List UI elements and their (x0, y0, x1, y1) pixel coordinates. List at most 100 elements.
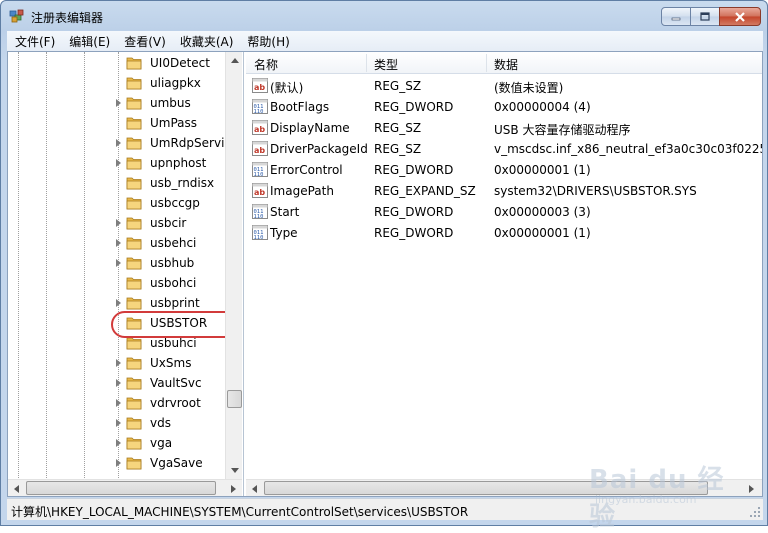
column-header-name[interactable]: 名称 (254, 56, 278, 73)
value-type: REG_DWORD (374, 226, 454, 240)
minimize-button[interactable] (661, 7, 691, 26)
binary-value-icon: 011110 (252, 99, 268, 114)
tree-horizontal-scrollbar[interactable] (8, 479, 242, 496)
tree-item[interactable]: uliagpkx (8, 73, 226, 93)
svg-text:110: 110 (254, 172, 264, 177)
tree-item[interactable]: UI0Detect (8, 53, 226, 73)
tree-item[interactable]: umbus (8, 93, 226, 113)
tree-item[interactable]: usbohci (8, 273, 226, 293)
column-header-type[interactable]: 类型 (374, 56, 398, 73)
column-header-data[interactable]: 数据 (494, 56, 518, 73)
value-row[interactable]: 011 110 Type REG_DWORD 0x00000001 (1) (246, 222, 762, 243)
scroll-right-button[interactable] (743, 480, 760, 496)
key-tree-pane[interactable]: UI0Detect uliagpkx umbus UmPass UmRdpService… (8, 52, 244, 496)
tree-item[interactable]: usbhub (8, 253, 226, 273)
scroll-left-button[interactable] (8, 480, 25, 496)
value-row[interactable]: ab DriverPackageId REG_SZ v_mscdsc.inf_x86_… (246, 138, 762, 159)
column-divider[interactable] (486, 54, 487, 72)
value-row[interactable]: 011 110 BootFlags REG_DWORD 0x00000004 (4) (246, 96, 762, 117)
tree-vertical-scrollbar[interactable] (225, 52, 242, 479)
tree-item[interactable]: UxSms (8, 353, 226, 373)
scroll-left-button[interactable] (246, 480, 263, 496)
svg-text:110: 110 (254, 109, 264, 114)
arrow-left-icon (252, 484, 257, 493)
expand-arrow-icon[interactable] (116, 219, 121, 227)
tree-item[interactable]: usbehci (8, 233, 226, 253)
value-row[interactable]: ab DisplayName REG_SZ USB 大容量存储驱动程序 (246, 117, 762, 138)
tree-item[interactable]: vga (8, 433, 226, 453)
list-horizontal-scrollbar[interactable] (246, 479, 762, 496)
value-data: system32\DRIVERS\USBSTOR.SYS (494, 184, 697, 198)
tree-item-label: usbprint (150, 296, 200, 310)
tree-item[interactable]: upnphost (8, 153, 226, 173)
menu-favorites[interactable]: 收藏夹(A) (172, 33, 240, 50)
string-value-icon: ab (252, 183, 268, 198)
scroll-right-button[interactable] (225, 480, 242, 496)
tree-item-label: UmPass (150, 116, 198, 130)
tree-item-label: vga (150, 436, 173, 450)
tree-item-label: UI0Detect (150, 56, 210, 70)
arrow-left-icon (14, 484, 19, 493)
arrow-up-icon (230, 58, 239, 63)
arrow-right-icon (749, 484, 754, 493)
tree-item[interactable]: VgaSave (8, 453, 226, 473)
menu-help[interactable]: 帮助(H) (239, 33, 295, 50)
menu-view[interactable]: 查看(V) (116, 33, 172, 50)
tree-item[interactable]: usbcir (8, 213, 226, 233)
list-header: 名称 类型 数据 (246, 52, 762, 74)
expand-arrow-icon[interactable] (116, 159, 121, 167)
menu-edit[interactable]: 编辑(E) (61, 33, 116, 50)
tree-item-label: vdrvroot (150, 396, 201, 410)
scroll-up-button[interactable] (226, 52, 243, 69)
tree-item-label: uliagpkx (150, 76, 201, 90)
scroll-down-button[interactable] (226, 462, 243, 479)
value-row[interactable]: ab ImagePath REG_EXPAND_SZ system32\DRIVERS… (246, 180, 762, 201)
folder-icon (126, 157, 142, 170)
close-button[interactable] (719, 7, 761, 26)
tree-item[interactable]: vdrvroot (8, 393, 226, 413)
folder-icon (126, 277, 142, 290)
menu-file[interactable]: 文件(F) (7, 33, 61, 50)
column-divider[interactable] (366, 54, 367, 72)
maximize-icon (700, 12, 710, 21)
binary-value-icon: 011110 (252, 225, 268, 240)
expand-arrow-icon[interactable] (116, 419, 121, 427)
value-row[interactable]: 011 110 ErrorControl REG_DWORD 0x00000001 (1… (246, 159, 762, 180)
expand-arrow-icon[interactable] (116, 99, 121, 107)
expand-arrow-icon[interactable] (116, 239, 121, 247)
caption-buttons (661, 7, 761, 27)
tree-item[interactable]: UmPass (8, 113, 226, 133)
resize-grip-icon[interactable] (749, 506, 761, 518)
expand-arrow-icon[interactable] (116, 139, 121, 147)
expand-arrow-icon[interactable] (116, 299, 121, 307)
value-row[interactable]: ab (默认) REG_SZ (数值未设置) (246, 75, 762, 96)
title-bar[interactable]: 注册表编辑器 (1, 1, 767, 31)
expand-arrow-icon[interactable] (116, 259, 121, 267)
folder-icon (126, 397, 142, 410)
tree-item[interactable]: usbprint (8, 293, 226, 313)
tree-item[interactable]: VaultSvc (8, 373, 226, 393)
expand-arrow-icon[interactable] (116, 379, 121, 387)
arrow-right-icon (231, 484, 236, 493)
expand-arrow-icon[interactable] (116, 439, 121, 447)
tree-item-label: usbuhci (150, 336, 197, 350)
value-type: REG_SZ (374, 121, 422, 135)
list-hscroll-thumb[interactable] (264, 481, 708, 495)
value-row[interactable]: 011 110 Start REG_DWORD 0x00000003 (3) (246, 201, 762, 222)
value-type: REG_SZ (374, 79, 422, 93)
tree-item[interactable]: vds (8, 413, 226, 433)
tree-hscroll-thumb[interactable] (26, 481, 216, 495)
expand-arrow-icon[interactable] (116, 459, 121, 467)
tree-item-label: UxSms (150, 356, 192, 370)
tree-scroll-thumb[interactable] (227, 390, 242, 408)
tree-item[interactable]: UmRdpService (8, 133, 238, 153)
value-name: (默认) (270, 81, 304, 95)
maximize-button[interactable] (690, 7, 720, 26)
tree-item[interactable]: usb_rndisx (8, 173, 226, 193)
tree-item[interactable]: usbccgp (8, 193, 226, 213)
value-list-pane[interactable]: 名称 类型 数据 ab (默认) REG_SZ (数值未设置) 011 110 BootFl… (246, 52, 762, 496)
value-data: 0x00000001 (1) (494, 226, 591, 240)
expand-arrow-icon[interactable] (116, 359, 121, 367)
value-data: USB 大容量存储驱动程序 (494, 123, 631, 137)
expand-arrow-icon[interactable] (116, 399, 121, 407)
